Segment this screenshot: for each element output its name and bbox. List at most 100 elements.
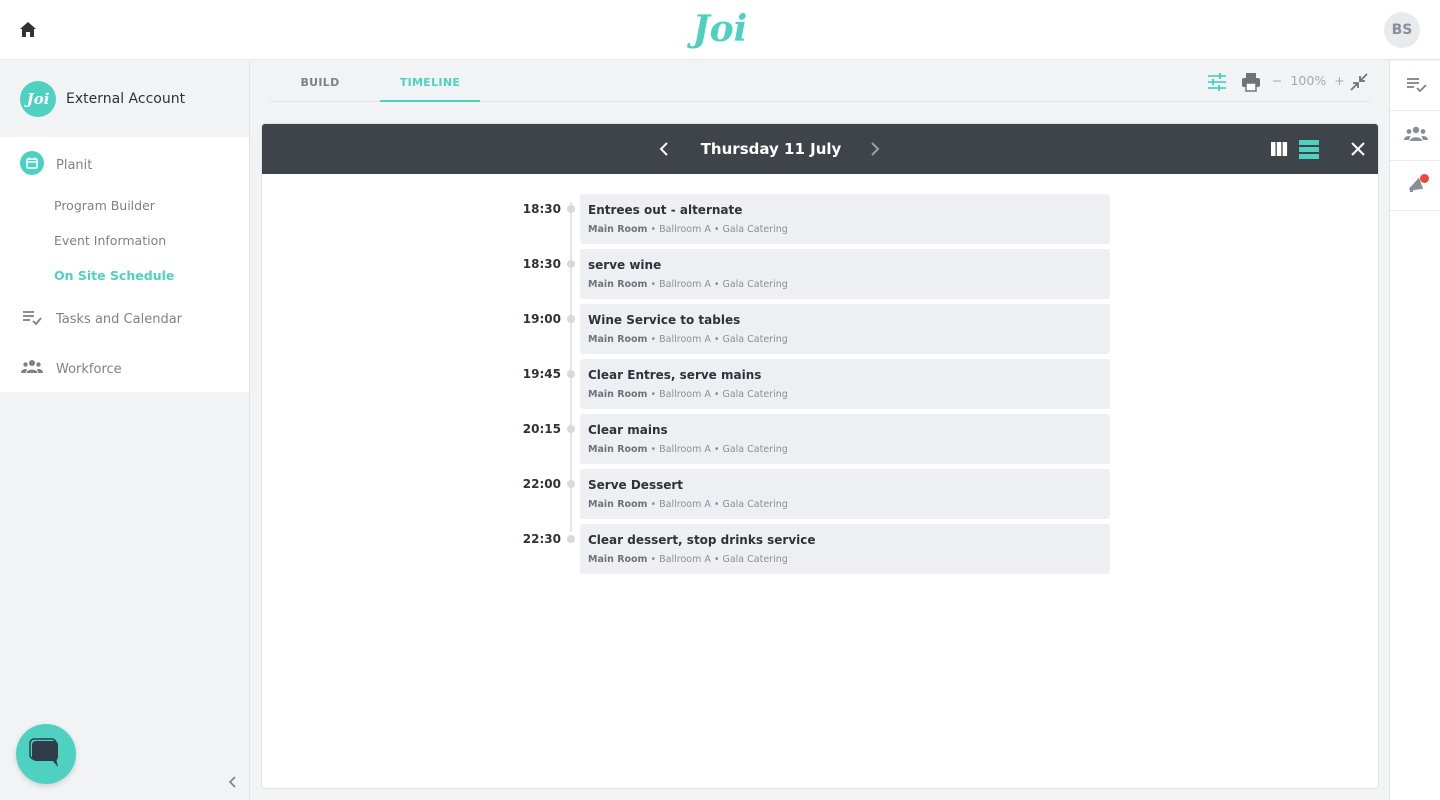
calendar-icon [20, 151, 44, 179]
entry-title: Wine Service to tables [588, 313, 741, 327]
list-view-icon[interactable] [1297, 137, 1321, 161]
entry-title: Clear mains [588, 423, 668, 437]
people-icon [20, 355, 44, 383]
tab-build[interactable]: BUILD [270, 61, 370, 102]
sidebar-item-label: Tasks and Calendar [56, 311, 183, 327]
notification-badge [1420, 174, 1429, 183]
rail-people-button[interactable] [1390, 111, 1440, 161]
entry-details: • Ballroom A • Gala Catering [650, 279, 788, 290]
entry-details: • Ballroom A • Gala Catering [650, 444, 788, 455]
entry-title: Clear Entres, serve mains [588, 368, 762, 382]
entry-room: Main Room [588, 554, 648, 565]
timeline-entry: 22:00 Serve Dessert Main Room • Ballroom… [262, 469, 1378, 519]
sidebar-nav: Planit Program Builder Event Information… [0, 137, 249, 392]
account-logo: Joi [20, 81, 56, 117]
zoom-control: − 100% + [1272, 73, 1345, 88]
rail-tasks-button[interactable] [1390, 61, 1440, 111]
entry-details: • Ballroom A • Gala Catering [650, 554, 788, 565]
tab-timeline[interactable]: TIMELINE [380, 61, 480, 102]
entry-details: • Ballroom A • Gala Catering [650, 334, 788, 345]
top-bar: Joi BS [0, 0, 1440, 60]
filter-sliders-icon[interactable] [1205, 70, 1229, 94]
entry-details: • Ballroom A • Gala Catering [650, 224, 788, 235]
entry-time: 18:30 [522, 202, 561, 216]
timeline-entry: 22:30 Clear dessert, stop drinks service… [262, 524, 1378, 574]
timeline-dot [567, 315, 575, 323]
entry-card[interactable]: serve wine Main Room • Ballroom A • Gala… [580, 249, 1110, 299]
timeline-dot [567, 425, 575, 433]
sidebar: Joi External Account Planit Program Buil… [0, 61, 250, 800]
entry-details: • Ballroom A • Gala Catering [650, 499, 788, 510]
sidebar-item-on-site-schedule[interactable]: On Site Schedule [54, 268, 174, 283]
schedule-header: Thursday 11 July 2019 [262, 124, 1378, 208]
collapse-icon[interactable] [1347, 70, 1371, 94]
timeline-entry: 18:30 serve wine Main Room • Ballroom A … [262, 249, 1378, 299]
entry-meta: Main Room • Ballroom A • Gala Catering [588, 554, 1102, 565]
zoom-out-button[interactable]: − [1272, 73, 1282, 88]
checklist-icon [20, 305, 44, 333]
entry-room: Main Room [588, 279, 648, 290]
entry-time: 22:30 [522, 532, 561, 546]
entry-title: Serve Dessert [588, 478, 684, 492]
account-name: External Account [66, 91, 186, 107]
entry-card[interactable]: Wine Service to tables Main Room • Ballr… [580, 304, 1110, 354]
entry-time: 19:45 [522, 367, 561, 381]
sidebar-item-label: Planit [56, 157, 93, 173]
timeline-dot [567, 260, 575, 268]
user-avatar[interactable]: BS [1384, 12, 1420, 48]
timeline-entry: 20:15 Clear mains Main Room • Ballroom A… [262, 414, 1378, 464]
entry-meta: Main Room • Ballroom A • Gala Catering [588, 499, 1102, 510]
entry-room: Main Room [588, 224, 648, 235]
next-day-icon[interactable] [864, 139, 884, 159]
entry-title: serve wine [588, 258, 662, 272]
people-icon [1403, 122, 1429, 150]
entry-meta: Main Room • Ballroom A • Gala Catering [588, 224, 1102, 235]
sidebar-item-planit[interactable]: Planit [20, 151, 92, 179]
account-switcher[interactable]: Joi External Account [0, 61, 249, 137]
entry-meta: Main Room • Ballroom A • Gala Catering [588, 334, 1102, 345]
rail-announcements-button[interactable] [1390, 161, 1440, 211]
previous-day-icon[interactable] [655, 139, 675, 159]
entry-time: 18:30 [522, 257, 561, 271]
collapse-sidebar-icon[interactable] [224, 773, 242, 791]
entry-time: 22:00 [522, 477, 561, 491]
sidebar-item-program-builder[interactable]: Program Builder [54, 198, 155, 213]
timeline-entry: 19:00 Wine Service to tables Main Room •… [262, 304, 1378, 354]
timeline-dot [567, 480, 575, 488]
zoom-in-button[interactable]: + [1334, 73, 1344, 88]
timeline-entry: 19:45 Clear Entres, serve mains Main Roo… [262, 359, 1378, 409]
right-rail [1389, 61, 1440, 800]
zoom-level: 100% [1290, 73, 1327, 88]
entry-room: Main Room [588, 334, 648, 345]
entry-card[interactable]: Clear Entres, serve mains Main Room • Ba… [580, 359, 1110, 409]
close-icon[interactable] [1347, 138, 1369, 160]
entry-room: Main Room [588, 389, 648, 400]
timeline-entry: 18:30 Entrees out - alternate Main Room … [262, 194, 1378, 244]
entry-title: Entrees out - alternate [588, 203, 743, 217]
entry-card[interactable]: Entrees out - alternate Main Room • Ball… [580, 194, 1110, 244]
app-logo[interactable]: Joi [690, 6, 750, 52]
entry-time: 20:15 [522, 422, 561, 436]
chat-icon [29, 738, 58, 767]
entry-meta: Main Room • Ballroom A • Gala Catering [588, 444, 1102, 455]
chat-button[interactable] [16, 724, 76, 784]
entry-title: Clear dessert, stop drinks service [588, 533, 816, 547]
entry-room: Main Room [588, 444, 648, 455]
sidebar-item-workforce[interactable]: Workforce [20, 355, 122, 383]
print-icon[interactable] [1239, 70, 1263, 94]
schedule-panel: Thursday 11 July 2019 18:30 Entrees out … [261, 123, 1379, 789]
sidebar-item-label: Workforce [56, 361, 122, 377]
timeline-dot [567, 205, 575, 213]
checklist-icon [1404, 72, 1428, 100]
entry-room: Main Room [588, 499, 648, 510]
sidebar-item-tasks-and-calendar[interactable]: Tasks and Calendar [20, 305, 182, 333]
timeline-dot [567, 370, 575, 378]
columns-view-icon[interactable] [1267, 137, 1291, 161]
entry-card[interactable]: Serve Dessert Main Room • Ballroom A • G… [580, 469, 1110, 519]
timeline-dot [567, 535, 575, 543]
home-icon[interactable] [16, 18, 40, 42]
entry-meta: Main Room • Ballroom A • Gala Catering [588, 389, 1102, 400]
entry-card[interactable]: Clear mains Main Room • Ballroom A • Gal… [580, 414, 1110, 464]
sidebar-item-event-information[interactable]: Event Information [54, 233, 166, 248]
entry-card[interactable]: Clear dessert, stop drinks service Main … [580, 524, 1110, 574]
